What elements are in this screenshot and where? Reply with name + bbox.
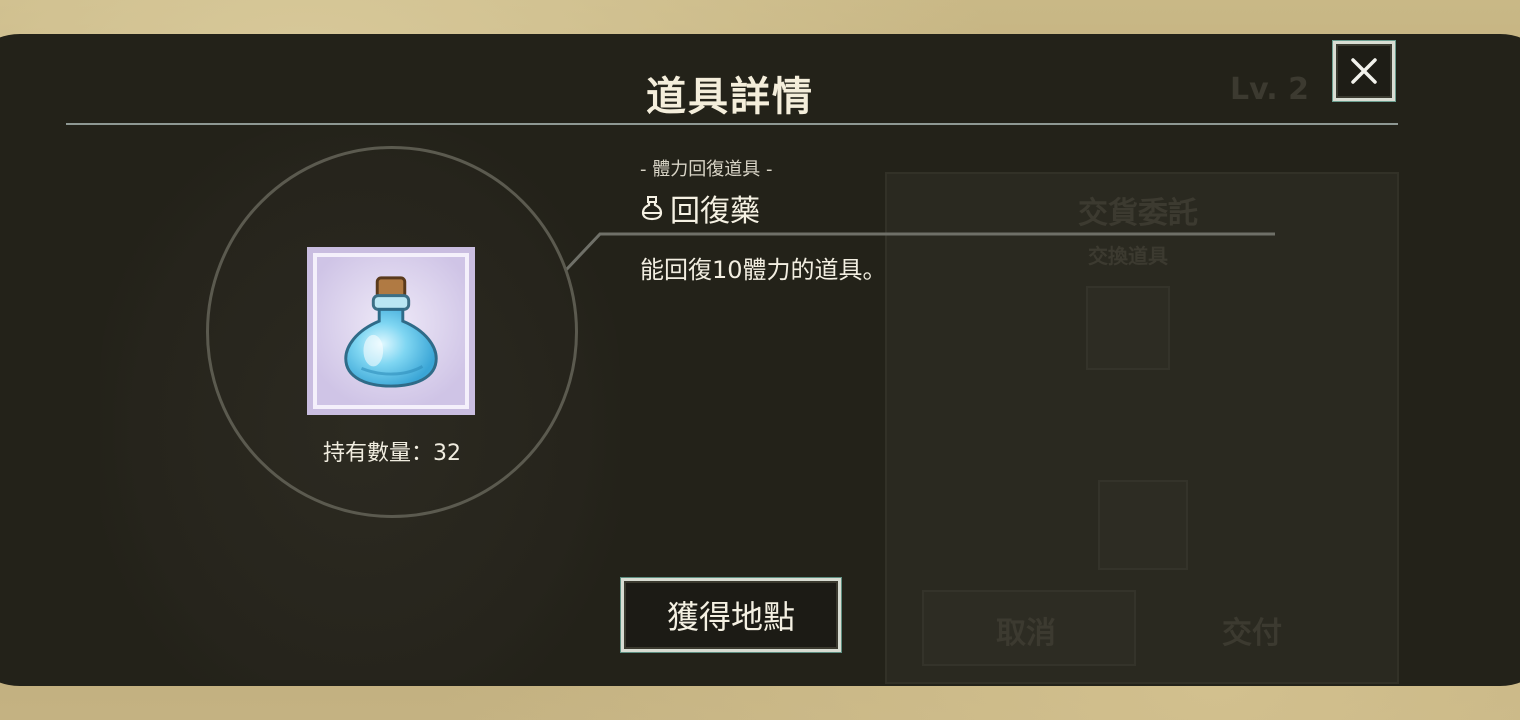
background-item-slot [1098,480,1188,570]
potion-bottle-icon [344,276,438,388]
background-item-slot [1086,286,1170,370]
close-button[interactable] [1333,41,1395,101]
title-divider [66,123,1398,125]
item-image-frame [307,247,475,415]
get-location-button[interactable]: 獲得地點 [621,578,841,652]
background-cancel-label: 取消 [996,616,1056,651]
owned-quantity: 持有數量：32 [323,441,461,466]
close-icon [1351,58,1377,84]
item-name-row: 回復藥 [640,186,760,230]
item-name: 回復藥 [670,194,760,229]
background-confirm-label: 交付 [1222,616,1282,651]
item-description: 能回復10體力的道具。 [640,256,887,284]
item-category: - 體力回復道具 - [640,159,773,180]
background-panel-subtitle: 交換道具 [1088,244,1168,268]
background-panel-title: 交貨委託 [1078,196,1198,231]
potion-small-icon [641,196,663,221]
dialog-title: 道具詳情 [646,74,814,120]
